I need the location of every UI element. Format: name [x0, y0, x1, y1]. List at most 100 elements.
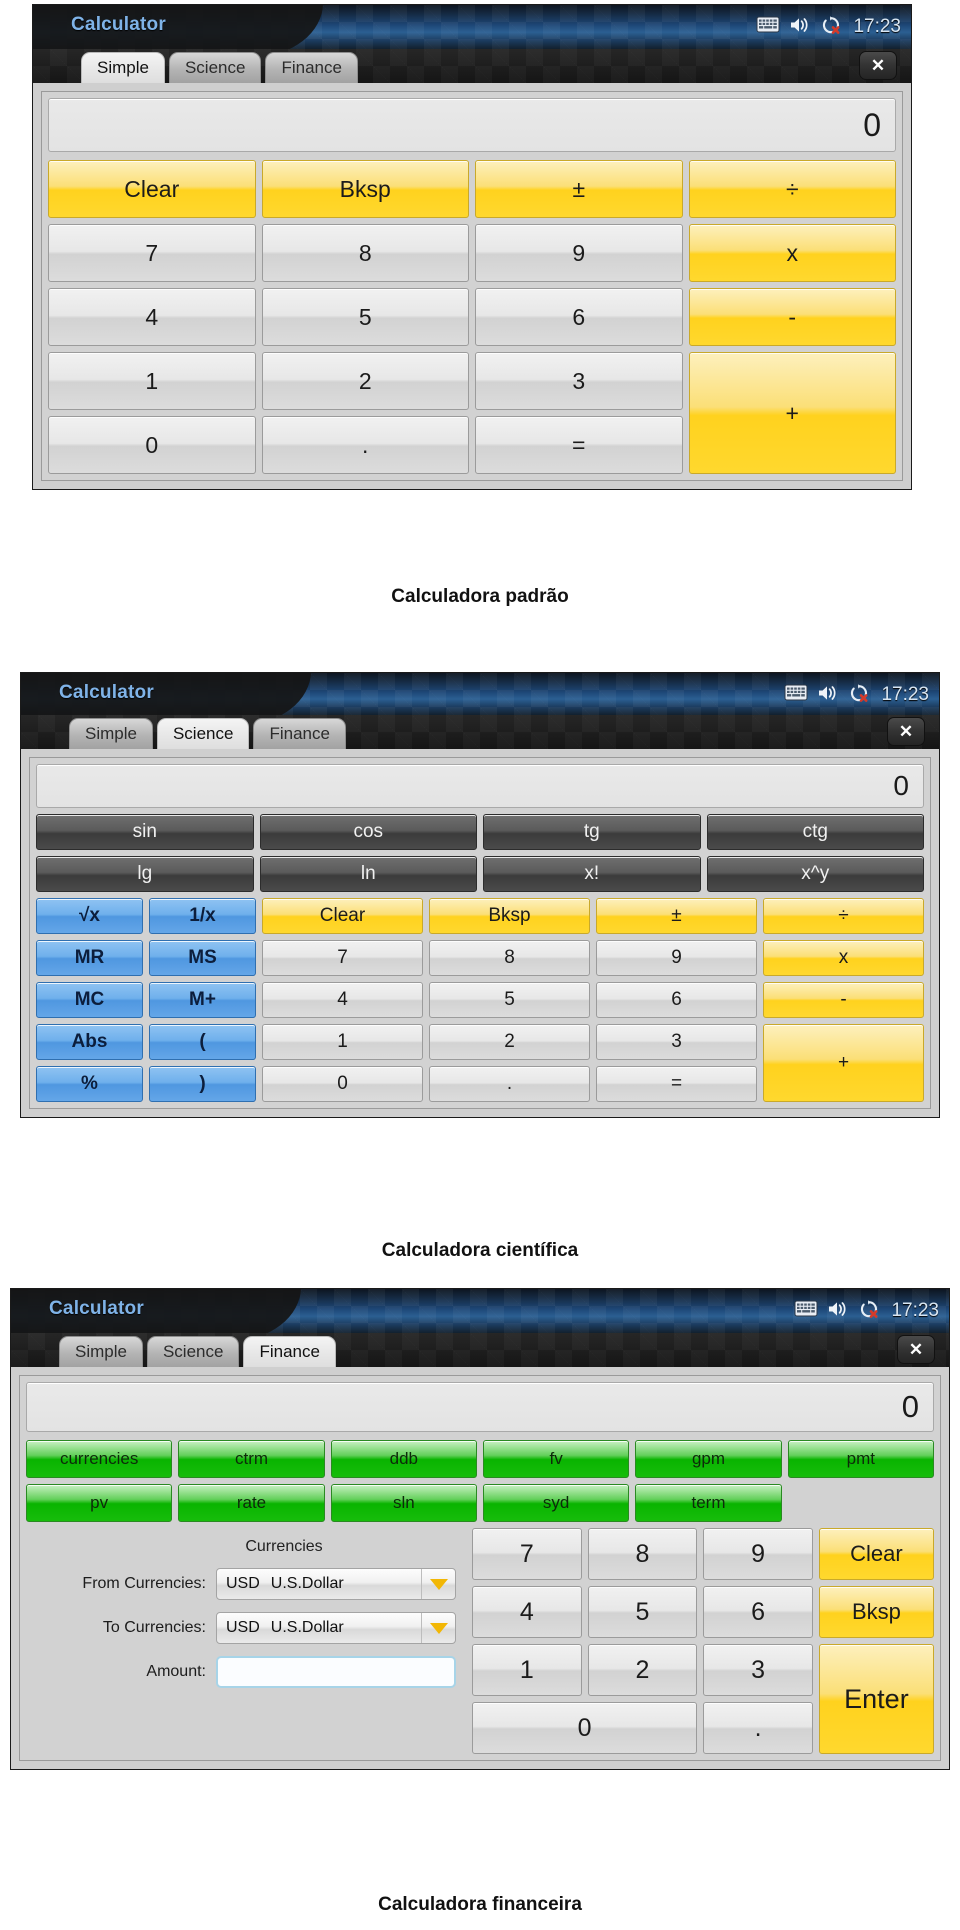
simple-key-[interactable]: ±	[475, 160, 683, 218]
science-key-[interactable]: ±	[596, 898, 757, 934]
science-key-1[interactable]: 1	[262, 1024, 423, 1060]
finance-key-3[interactable]: 3	[703, 1644, 813, 1696]
science-fn-key-ln[interactable]: ln	[259, 856, 477, 892]
tab-finance[interactable]: Finance	[265, 51, 358, 83]
keyboard-icon[interactable]	[794, 1300, 818, 1322]
finance-key-8[interactable]: 8	[587, 1528, 698, 1580]
science-key-3[interactable]: 3	[596, 1024, 757, 1060]
science-key-[interactable]: .	[429, 1066, 590, 1102]
volume-icon[interactable]	[827, 1300, 849, 1323]
rotation-lock-icon[interactable]	[858, 1299, 880, 1324]
finance-fn-key-fv[interactable]: fv	[482, 1440, 630, 1478]
finance-key-6[interactable]: 6	[703, 1586, 813, 1638]
tab-finance[interactable]: Finance	[253, 717, 346, 749]
finance-key-enter[interactable]: Enter	[818, 1644, 934, 1754]
science-key-[interactable]: +	[763, 1024, 924, 1102]
volume-icon[interactable]	[789, 16, 811, 39]
science-fn-key-xy[interactable]: x^y	[706, 856, 924, 892]
finance-fn-key-ctrm[interactable]: ctrm	[178, 1440, 325, 1478]
simple-key-clear[interactable]: Clear	[48, 160, 256, 218]
science-mem-key-x[interactable]: √x	[36, 898, 143, 934]
science-fn-key-x[interactable]: x!	[483, 856, 701, 892]
tab-simple[interactable]: Simple	[59, 1335, 143, 1367]
science-fn-key-cos[interactable]: cos	[259, 814, 477, 850]
science-key-9[interactable]: 9	[596, 940, 757, 976]
finance-key-clear[interactable]: Clear	[818, 1528, 934, 1580]
simple-key-1[interactable]: 1	[48, 352, 256, 410]
to-currency-select[interactable]: USD U.S.Dollar	[216, 1612, 456, 1644]
keyboard-icon[interactable]	[756, 16, 780, 38]
science-mem-key-ms[interactable]: MS	[149, 940, 256, 976]
science-key-8[interactable]: 8	[429, 940, 590, 976]
science-fn-key-ctg[interactable]: ctg	[706, 814, 924, 850]
finance-fn-key-currencies[interactable]: currencies	[26, 1440, 173, 1478]
simple-key-[interactable]: ÷	[688, 160, 896, 218]
science-key-4[interactable]: 4	[262, 982, 423, 1018]
tab-science[interactable]: Science	[156, 717, 250, 749]
science-key-x[interactable]: x	[763, 940, 924, 976]
science-key-5[interactable]: 5	[429, 982, 590, 1018]
simple-key-0[interactable]: 0	[48, 416, 256, 474]
science-mem-key-mr[interactable]: MR	[36, 940, 143, 976]
tab-simple[interactable]: Simple	[81, 51, 165, 83]
simple-key-2[interactable]: 2	[261, 352, 469, 410]
finance-fn-key-ddb[interactable]: ddb	[330, 1440, 477, 1478]
simple-key-4[interactable]: 4	[48, 288, 256, 346]
science-key-[interactable]: ÷	[763, 898, 924, 934]
close-icon[interactable]: ✕	[859, 51, 897, 80]
science-mem-key-[interactable]: )	[149, 1066, 256, 1102]
science-key-6[interactable]: 6	[596, 982, 757, 1018]
science-mem-key-abs[interactable]: Abs	[36, 1024, 143, 1060]
simple-key-5[interactable]: 5	[261, 288, 469, 346]
finance-key-1[interactable]: 1	[472, 1644, 582, 1696]
science-key-[interactable]: -	[763, 982, 924, 1018]
rotation-lock-icon[interactable]	[848, 683, 870, 708]
science-mem-key-[interactable]: %	[36, 1066, 143, 1102]
science-mem-key-1x[interactable]: 1/x	[149, 898, 256, 934]
finance-key-7[interactable]: 7	[472, 1528, 582, 1580]
science-key-0[interactable]: 0	[262, 1066, 423, 1102]
finance-key-2[interactable]: 2	[587, 1644, 698, 1696]
finance-fn-key-term[interactable]: term	[635, 1484, 782, 1522]
finance-key-4[interactable]: 4	[472, 1586, 582, 1638]
science-key-7[interactable]: 7	[262, 940, 423, 976]
finance-key-5[interactable]: 5	[587, 1586, 698, 1638]
finance-fn-key-gpm[interactable]: gpm	[635, 1440, 782, 1478]
finance-key-bksp[interactable]: Bksp	[818, 1586, 934, 1638]
finance-fn-key-pv[interactable]: pv	[26, 1484, 173, 1522]
tab-science[interactable]: Science	[146, 1335, 240, 1367]
simple-key-[interactable]: .	[261, 416, 469, 474]
chevron-down-icon[interactable]	[421, 1613, 455, 1643]
finance-fn-key-rate[interactable]: rate	[178, 1484, 325, 1522]
close-icon[interactable]: ✕	[897, 1335, 935, 1364]
tab-science[interactable]: Science	[168, 51, 262, 83]
simple-key-3[interactable]: 3	[475, 352, 683, 410]
science-key-[interactable]: =	[596, 1066, 757, 1102]
finance-key-9[interactable]: 9	[703, 1528, 813, 1580]
simple-key-bksp[interactable]: Bksp	[261, 160, 469, 218]
science-key-clear[interactable]: Clear	[262, 898, 423, 934]
volume-icon[interactable]	[817, 684, 839, 707]
finance-fn-key-syd[interactable]: syd	[482, 1484, 630, 1522]
science-key-2[interactable]: 2	[429, 1024, 590, 1060]
rotation-lock-icon[interactable]	[820, 15, 842, 40]
tab-simple[interactable]: Simple	[69, 717, 153, 749]
close-icon[interactable]: ✕	[887, 717, 925, 746]
simple-key-7[interactable]: 7	[48, 224, 256, 282]
chevron-down-icon[interactable]	[421, 1569, 455, 1599]
from-currency-select[interactable]: USD U.S.Dollar	[216, 1568, 456, 1600]
simple-key-8[interactable]: 8	[261, 224, 469, 282]
simple-key-6[interactable]: 6	[475, 288, 683, 346]
finance-key-0[interactable]: 0	[472, 1702, 698, 1754]
science-mem-key-[interactable]: (	[149, 1024, 256, 1060]
finance-fn-key-pmt[interactable]: pmt	[787, 1440, 934, 1478]
science-mem-key-m[interactable]: M+	[149, 982, 256, 1018]
simple-key-[interactable]: =	[475, 416, 683, 474]
simple-key-[interactable]: +	[688, 352, 896, 474]
simple-key-9[interactable]: 9	[475, 224, 683, 282]
science-key-bksp[interactable]: Bksp	[429, 898, 590, 934]
science-fn-key-lg[interactable]: lg	[36, 856, 254, 892]
keyboard-icon[interactable]	[784, 684, 808, 706]
science-fn-key-sin[interactable]: sin	[36, 814, 254, 850]
simple-key-[interactable]: -	[688, 288, 896, 346]
